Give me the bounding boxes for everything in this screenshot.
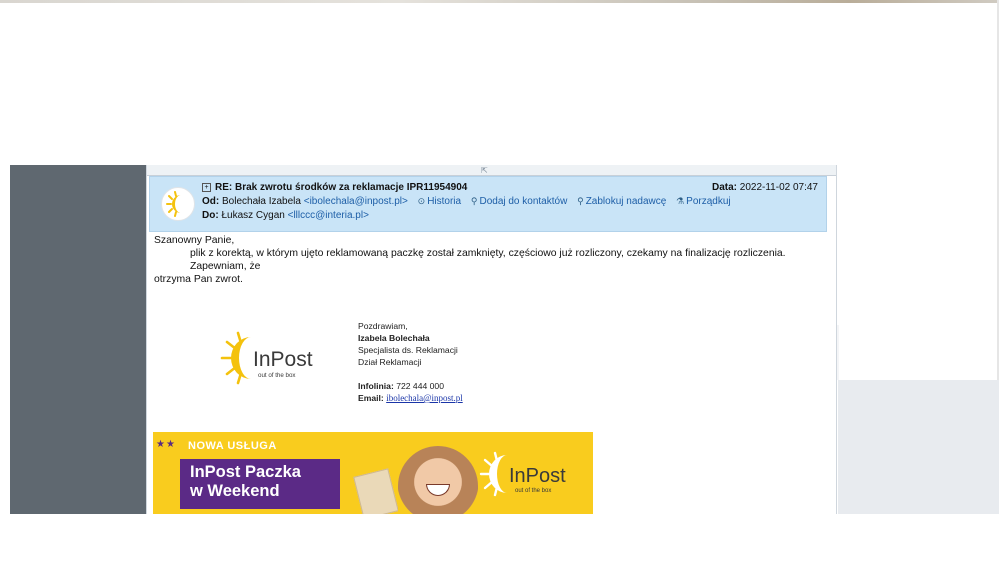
history-action[interactable]: ⊙ Historia: [418, 196, 461, 207]
organize-action[interactable]: ⚗ Porządkuj: [676, 196, 731, 207]
banner-headline-2: w Weekend: [190, 482, 280, 500]
message-view: ⇱ + RE: Brak zwrotu środków za reklamacje…: [146, 165, 837, 514]
message-splitter[interactable]: ⇱: [147, 165, 836, 176]
logo-tagline: out of the box: [258, 372, 296, 379]
inpost-logo: InPost out of the box: [219, 325, 319, 395]
body-line-2: otrzyma Pan zwrot.: [154, 274, 243, 285]
history-label: Historia: [427, 196, 462, 207]
stars-icon: ★★: [156, 439, 176, 450]
expand-icon[interactable]: +: [202, 183, 211, 192]
banner-logo-tagline: out of the box: [515, 488, 551, 494]
logo-text: InPost: [253, 348, 313, 371]
sender-email[interactable]: <ibolechala@inpost.pl>: [304, 196, 408, 207]
organize-label: Porządkuj: [686, 196, 731, 207]
folder-pane: [10, 165, 146, 514]
woman-photo: [398, 446, 478, 514]
banner-headline-1: InPost Paczka: [190, 463, 301, 481]
add-contact-icon: ⚲: [470, 196, 478, 206]
sig-position: Specjalista ds. Reklamacji: [358, 345, 458, 355]
parcel-image: [353, 468, 399, 514]
from-label: Od:: [202, 196, 220, 207]
sender-name[interactable]: Bolechała Izabela: [222, 196, 301, 207]
bottom-area: [0, 514, 999, 562]
greeting: Szanowny Panie,: [154, 235, 235, 246]
hotline-label: Infolinia:: [358, 381, 394, 391]
to-row: Do: Łukasz Cygan <lllccc@interia.pl>: [202, 210, 369, 221]
sig-department: Dział Reklamacji: [358, 357, 422, 367]
email-label: Email:: [358, 393, 384, 403]
body-line-1: plik z korektą, w którym ujęto reklamowa…: [190, 248, 786, 272]
left-margin: [0, 165, 10, 514]
organize-icon: ⚗: [676, 196, 685, 206]
history-icon: ⊙: [417, 196, 426, 206]
to-label: Do:: [202, 210, 219, 221]
add-contact-action[interactable]: ⚲ Dodaj do kontaktów: [471, 196, 567, 207]
sig-closing: Pozdrawiam,: [358, 321, 408, 331]
block-sender-label: Zablokuj nadawcę: [585, 196, 667, 207]
add-contact-label: Dodaj do kontaktów: [479, 196, 568, 207]
hotline-number: 722 444 000: [396, 381, 444, 391]
message-header: + RE: Brak zwrotu środków za reklamacje I…: [149, 176, 827, 232]
block-icon: ⚲: [577, 196, 584, 206]
sender-avatar: [161, 187, 195, 221]
block-sender-action[interactable]: ⚲ Zablokuj nadawcę: [577, 196, 666, 207]
date-label: Data:: [711, 182, 737, 193]
banner-logo-text: InPost: [509, 465, 566, 487]
from-row: Od: Bolechała Izabela <ibolechala@inpost…: [202, 196, 731, 207]
subject-row: + RE: Brak zwrotu środków za reklamacje I…: [202, 182, 467, 193]
date-value: 2022-11-02 07:47: [739, 182, 818, 193]
message-date: Data: 2022-11-02 07:47: [712, 182, 818, 193]
message-subject: RE: Brak zwrotu środków za reklamacje IP…: [215, 182, 468, 193]
right-pane: [838, 380, 999, 514]
banner-inpost-logo: InPost out of the box: [479, 450, 589, 500]
recipient-email[interactable]: <lllccc@interia.pl>: [288, 210, 369, 221]
sig-email-link[interactable]: ibolechala@inpost.pl: [386, 393, 463, 403]
sig-name: Izabela Bolechała: [358, 333, 430, 343]
promo-banner[interactable]: ★★ NOWA USŁUGA InPost Paczka w Weekend I…: [153, 432, 593, 514]
message-body: Szanowny Panie, plik z korektą, w którym…: [154, 234, 819, 286]
inpost-sun-logo: [166, 191, 181, 217]
banner-label: NOWA USŁUGA: [188, 440, 277, 452]
recipient-name[interactable]: Łukasz Cygan: [221, 210, 284, 221]
grip-icon[interactable]: ⇱: [481, 167, 488, 175]
signature: Pozdrawiam, Izabela Bolechała Specjalist…: [358, 320, 463, 404]
banner-headline: InPost Paczka w Weekend: [180, 459, 340, 509]
top-window-strip: [0, 0, 999, 3]
